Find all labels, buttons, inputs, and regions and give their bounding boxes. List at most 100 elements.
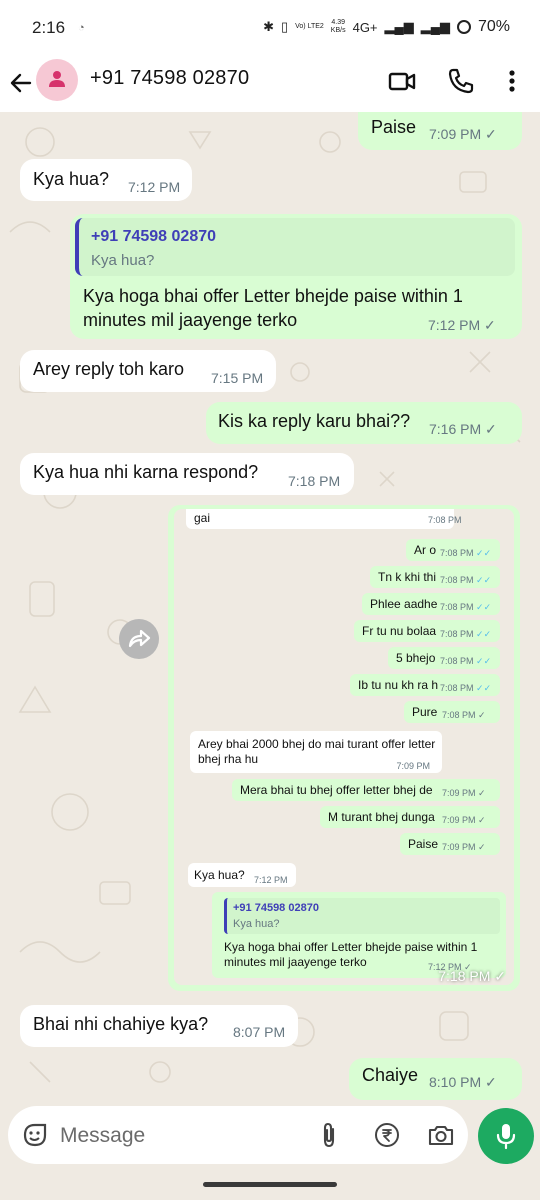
message-text: Kya hua? — [33, 169, 110, 189]
message-text: Bhai nhi chahiye kya? — [33, 1014, 209, 1034]
mini-bubble-incoming: Kya hua? 7:12 PM — [188, 863, 296, 887]
mini-text: bhej rha hu — [198, 752, 259, 766]
mini-text: gai — [194, 511, 211, 525]
quoted-message[interactable]: +91 74598 02870 Kya hua? — [75, 218, 515, 276]
sent-check-icon: ✓ — [485, 1074, 497, 1090]
sent-check-icon: ✓ — [485, 421, 497, 437]
message-time: 8:07 PM — [233, 1024, 286, 1040]
mini-text: 5 bhejo — [396, 651, 436, 665]
message-time: 7:18 PM ✓ — [438, 968, 506, 984]
network-speed: 4.39 KB/s — [331, 19, 346, 35]
message-composer[interactable]: Message — [8, 1106, 468, 1164]
mini-text: Tn k khi thi — [378, 570, 437, 584]
shared-screenshot-image[interactable]: gai 7:08 PM Ar o 7:08 PM ✓✓ Tn k khi thi… — [174, 509, 514, 985]
message-time: 7:12 PM ✓ — [428, 317, 496, 333]
home-indicator[interactable] — [203, 1182, 337, 1187]
message-text: Chaiye — [362, 1065, 419, 1085]
mini-time: 7:09 PM — [396, 761, 430, 771]
image-message-bubble[interactable]: gai 7:08 PM Ar o 7:08 PM ✓✓ Tn k khi thi… — [168, 505, 520, 991]
message-text: Arey reply toh karo — [33, 359, 185, 379]
mini-text: Paise — [408, 837, 439, 851]
mini-text: M turant bhej dunga — [328, 810, 435, 824]
mini-text: minutes mil jaayenge terko — [224, 955, 367, 969]
mini-bubble-incoming: gai 7:08 PM — [186, 509, 462, 529]
network-speed-value: 4.39 — [331, 19, 345, 26]
message-input[interactable]: Message — [60, 1124, 145, 1148]
mini-bubble-outgoing: Paise 7:09 PM ✓ — [400, 833, 500, 855]
message-text: Kis ka reply karu bhai?? — [218, 411, 411, 431]
chat-area[interactable]: Paise 7:09 PM ✓ Kya hua? 7:12 PM +91 745… — [0, 112, 540, 1100]
battery-icon — [456, 20, 471, 34]
message-time: 7:15 PM — [211, 370, 264, 386]
forward-icon — [128, 629, 151, 648]
mini-text: Mera bhai tu bhej offer letter bhej de — [240, 783, 433, 797]
mini-text: Ib tu nu kh ra h — [358, 678, 439, 692]
quoted-text: Kya hua? — [91, 252, 155, 269]
mini-bubble-outgoing: Fr tu nu bolaa 7:08 PM ✓✓ — [354, 620, 500, 642]
arrow-left-icon[interactable] — [8, 68, 34, 98]
mini-bubble-outgoing: Ar o 7:08 PM ✓✓ — [406, 539, 500, 561]
message-time: 7:12 PM — [128, 179, 181, 195]
signal-icon: ▂▄▆ — [384, 19, 414, 34]
contact-name[interactable]: +91 74598 02870 — [90, 67, 249, 90]
bluetooth-icon: ✱ — [263, 19, 274, 34]
mini-bubble-outgoing: 5 bhejo 7:08 PM ✓✓ — [388, 647, 500, 669]
network-type: 4G+ — [352, 19, 378, 35]
paperclip-icon[interactable] — [314, 1120, 344, 1150]
status-icons: ✱ ▯ Vo) LTE2 4.39 KB/s 4G+ ▂▄▆ ▂▄▆ 70% — [263, 18, 510, 36]
mini-time: 7:08 PM — [428, 515, 462, 525]
mini-bubble-incoming: Arey bhai 2000 bhej do mai turant offer … — [190, 731, 442, 773]
message-bubble-outgoing[interactable]: Kis ka reply karu bhai?? 7:16 PM ✓ — [206, 402, 522, 444]
message-text: Paise — [371, 117, 417, 137]
mini-time: 7:08 PM ✓ — [442, 710, 486, 720]
message-bubble-incoming[interactable]: Arey reply toh karo 7:15 PM — [20, 350, 276, 392]
message-bubble-incoming[interactable]: Bhai nhi chahiye kya? 8:07 PM — [20, 1005, 298, 1047]
message-time: 7:18 PM — [288, 473, 341, 489]
message-bubble-incoming[interactable]: Kya hua? 7:12 PM — [20, 159, 192, 201]
message-time: 7:09 PM ✓ — [429, 126, 497, 142]
mic-button[interactable] — [478, 1108, 534, 1164]
mini-time: 7:08 PM ✓✓ — [440, 629, 492, 639]
message-text-line: minutes mil jaayenge terko — [83, 310, 298, 330]
message-time: 8:10 PM ✓ — [429, 1074, 497, 1090]
message-text-line: Kya hoga bhai offer Letter bhejde paise … — [83, 286, 463, 306]
mini-text: Fr tu nu bolaa — [362, 624, 437, 638]
rupee-icon[interactable] — [372, 1120, 402, 1150]
phone-icon[interactable] — [446, 66, 476, 96]
message-bubble-outgoing[interactable]: Paise 7:09 PM ✓ — [358, 112, 522, 150]
mini-bubble-outgoing: M turant bhej dunga 7:09 PM ✓ — [320, 806, 500, 828]
mini-text: Arey bhai 2000 bhej do mai turant offer … — [198, 737, 436, 751]
status-time: 2:16 — [32, 18, 66, 37]
quoted-sender: +91 74598 02870 — [91, 228, 217, 245]
mini-text: Kya hoga bhai offer Letter bhejde paise … — [224, 940, 478, 954]
person-icon — [49, 71, 65, 87]
mini-quoted-message: +91 74598 02870 Kya hua? — [224, 898, 500, 934]
mini-time: 7:08 PM ✓✓ — [440, 602, 492, 612]
sent-check-icon: ✓ — [484, 317, 496, 333]
more-vert-icon[interactable] — [497, 66, 527, 96]
sticker-icon[interactable] — [20, 1120, 50, 1150]
forward-button[interactable] — [119, 619, 159, 659]
mini-bubble-outgoing: Phlee aadhe 7:08 PM ✓✓ — [362, 593, 500, 615]
mini-time: 7:08 PM ✓✓ — [440, 575, 492, 585]
mini-time: 7:09 PM ✓ — [442, 788, 486, 798]
signal-2-icon: ▂▄▆ — [420, 19, 450, 34]
message-bubble-incoming[interactable]: Kya hua nhi karna respond? 7:18 PM — [20, 453, 354, 495]
status-bar: 2:16 ◔ ✱ ▯ Vo) LTE2 4.39 KB/s 4G+ ▂▄▆ ▂▄… — [0, 0, 540, 56]
mini-time: 7:12 PM — [254, 875, 288, 885]
mini-time: 7:08 PM ✓✓ — [440, 656, 492, 666]
mini-quoted-text: Kya hua? — [233, 918, 280, 930]
mini-bubble-outgoing: Pure 7:08 PM ✓ — [404, 701, 500, 723]
camera-icon[interactable] — [426, 1120, 456, 1150]
volte-indicator: Vo) LTE2 — [295, 23, 324, 30]
video-call-icon[interactable] — [387, 66, 417, 96]
mini-time: 7:08 PM ✓✓ — [440, 548, 492, 558]
message-time: 7:16 PM ✓ — [429, 421, 497, 437]
mini-bubble-outgoing-reply: +91 74598 02870 Kya hua? Kya hoga bhai o… — [212, 892, 506, 978]
message-bubble-outgoing[interactable]: Chaiye 8:10 PM ✓ — [349, 1058, 522, 1100]
wifi-question-icon: ◔ — [78, 22, 85, 34]
mic-icon — [496, 1124, 516, 1150]
avatar[interactable] — [36, 59, 78, 101]
message-bubble-outgoing-reply[interactable]: +91 74598 02870 Kya hua? Kya hoga bhai o… — [70, 214, 522, 339]
network-speed-unit: KB/s — [330, 27, 346, 34]
